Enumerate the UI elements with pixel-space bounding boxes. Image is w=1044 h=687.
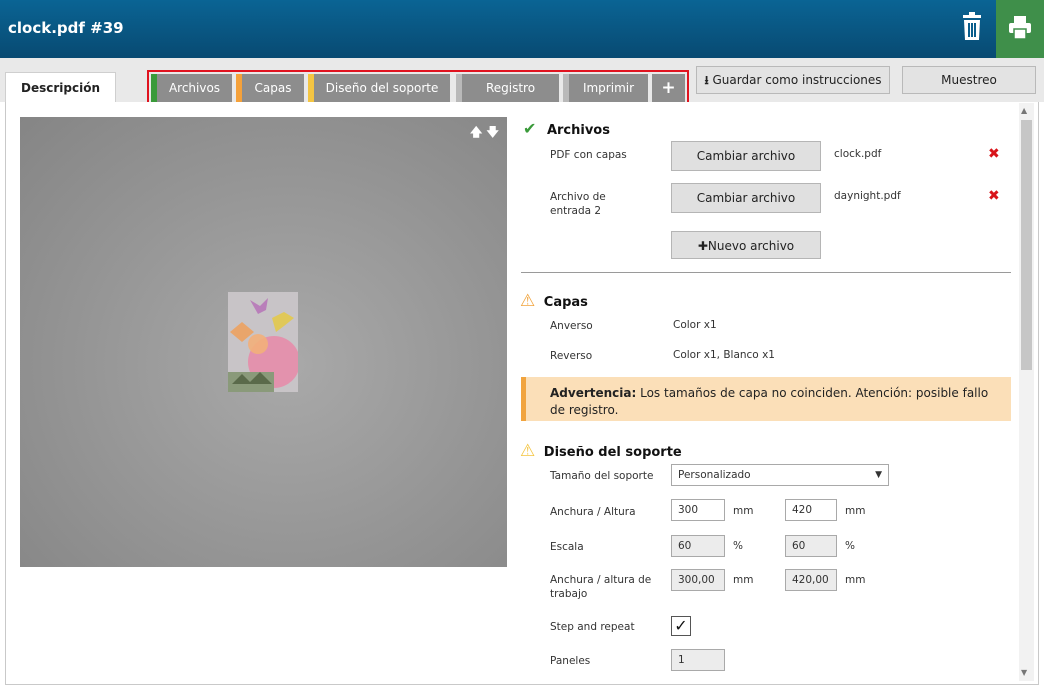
- step-tab-files[interactable]: Archivos: [151, 74, 232, 102]
- unit-mm: mm: [845, 505, 866, 517]
- check-icon: ✔: [523, 119, 537, 138]
- warning-title: Advertencia:: [550, 386, 637, 400]
- file-name: daynight.pdf: [834, 190, 901, 202]
- save-as-instructions-button[interactable]: ⭳ Guardar como instrucciones: [696, 66, 890, 94]
- panels-label: Paneles: [550, 655, 591, 667]
- trash-icon[interactable]: [958, 11, 986, 43]
- page-thumbnail: [228, 292, 300, 392]
- files-section-title: Archivos: [546, 123, 610, 138]
- warning-icon: ⚠: [520, 441, 536, 461]
- window-title: clock.pdf #39: [8, 19, 124, 37]
- step-tab-media-layout[interactable]: Diseño del soporte: [308, 74, 450, 102]
- step-label: Imprimir: [582, 81, 635, 95]
- step-tab-layers[interactable]: Capas: [236, 74, 304, 102]
- width-height-label: Anchura / Altura: [550, 506, 636, 518]
- step-tab-print[interactable]: Imprimir: [563, 74, 648, 102]
- files-row-label: Archivo de entrada 2: [550, 191, 606, 217]
- save-as-instructions-label: Guardar como instrucciones: [712, 73, 882, 87]
- step-label: Capas: [254, 81, 292, 95]
- panels-input[interactable]: 1: [671, 649, 725, 671]
- scale-label: Escala: [550, 541, 584, 553]
- unit-mm: mm: [733, 574, 754, 586]
- up-down-arrows-icon[interactable]: 🡅 🡇: [470, 123, 499, 144]
- add-step-button[interactable]: +: [652, 74, 685, 102]
- scrollbar-thumb[interactable]: [1021, 120, 1032, 370]
- step-label: Registro: [485, 81, 536, 95]
- front-value: Color x1: [673, 319, 717, 331]
- work-width-input[interactable]: 300,00: [671, 569, 725, 591]
- new-file-label: Nuevo archivo: [707, 239, 795, 253]
- sampling-button[interactable]: Muestreo: [902, 66, 1036, 94]
- unit-percent: %: [733, 540, 743, 552]
- media-section-header: ⚠ Diseño del soporte: [520, 441, 682, 461]
- front-label: Anverso: [550, 320, 593, 332]
- unit-percent: %: [845, 540, 855, 552]
- layers-section-header: ⚠ Capas: [520, 291, 588, 311]
- work-height-input[interactable]: 420,00: [785, 569, 837, 591]
- media-size-select[interactable]: Personalizado ▼: [671, 464, 889, 486]
- work-size-label: Anchura / altura de trabajo: [550, 574, 652, 600]
- media-size-label: Tamaño del soporte: [550, 470, 654, 482]
- step-repeat-label: Step and repeat: [550, 621, 635, 633]
- media-size-value: Personalizado: [678, 469, 751, 481]
- caret-down-icon: ▼: [875, 470, 882, 480]
- scroll-up-icon[interactable]: ▲: [1021, 106, 1027, 115]
- change-file-button[interactable]: Cambiar archivo: [671, 183, 821, 213]
- change-file-button[interactable]: Cambiar archivo: [671, 141, 821, 171]
- print-button[interactable]: [996, 0, 1044, 58]
- new-file-button[interactable]: ✚Nuevo archivo: [671, 231, 821, 259]
- height-input[interactable]: 420: [785, 499, 837, 521]
- unit-mm: mm: [845, 574, 866, 586]
- title-bar: clock.pdf #39: [0, 0, 1044, 58]
- printer-icon: [1009, 16, 1031, 40]
- remove-file-icon[interactable]: ✖: [988, 188, 1000, 204]
- step-tab-registration[interactable]: Registro: [456, 74, 559, 102]
- remove-file-icon[interactable]: ✖: [988, 146, 1000, 162]
- layers-section-title: Capas: [543, 295, 588, 310]
- tab-description[interactable]: Descripción: [5, 72, 116, 103]
- files-section-header: ✔ Archivos: [523, 119, 610, 138]
- file-name: clock.pdf: [834, 148, 882, 160]
- download-icon: ⭳: [704, 73, 709, 87]
- width-input[interactable]: 300: [671, 499, 725, 521]
- back-value: Color x1, Blanco x1: [673, 349, 775, 361]
- media-section-title: Diseño del soporte: [543, 445, 682, 460]
- step-repeat-checkbox[interactable]: ✓: [671, 616, 691, 636]
- scale-y-input[interactable]: 60: [785, 535, 837, 557]
- layer-size-warning: Advertencia: Los tamaños de capa no coin…: [521, 377, 1011, 421]
- step-label: Diseño del soporte: [325, 81, 439, 95]
- files-row-label: PDF con capas: [550, 149, 627, 161]
- scroll-down-icon[interactable]: ▼: [1021, 668, 1027, 677]
- unit-mm: mm: [733, 505, 754, 517]
- section-divider: [521, 272, 1011, 273]
- plus-icon: ✚: [697, 239, 708, 253]
- back-label: Reverso: [550, 350, 593, 362]
- warning-icon: ⚠: [520, 291, 536, 311]
- tab-row: Descripción Archivos Capas Diseño del so…: [0, 58, 1044, 106]
- step-label: Archivos: [168, 81, 221, 95]
- scale-x-input[interactable]: 60: [671, 535, 725, 557]
